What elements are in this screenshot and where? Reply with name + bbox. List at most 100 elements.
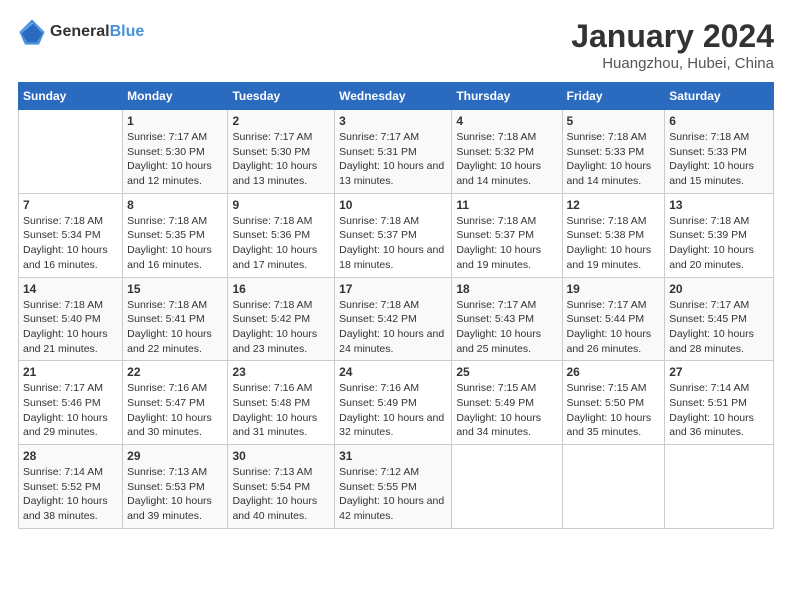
day-number: 7 bbox=[23, 198, 118, 212]
calendar-week-row: 1 Sunrise: 7:17 AM Sunset: 5:30 PM Dayli… bbox=[19, 110, 774, 194]
sunrise-text: Sunrise: 7:17 AM bbox=[339, 131, 419, 143]
table-row: 25 Sunrise: 7:15 AM Sunset: 5:49 PM Dayl… bbox=[452, 361, 562, 445]
cell-info: Sunrise: 7:16 AM Sunset: 5:49 PM Dayligh… bbox=[339, 381, 447, 440]
cell-info: Sunrise: 7:18 AM Sunset: 5:40 PM Dayligh… bbox=[23, 298, 118, 357]
day-number: 15 bbox=[127, 282, 223, 296]
day-number: 19 bbox=[567, 282, 661, 296]
cell-info: Sunrise: 7:16 AM Sunset: 5:47 PM Dayligh… bbox=[127, 381, 223, 440]
daylight-text: Daylight: 10 hours and 40 minutes. bbox=[232, 495, 317, 522]
table-row: 12 Sunrise: 7:18 AM Sunset: 5:38 PM Dayl… bbox=[562, 193, 665, 277]
daylight-text: Daylight: 10 hours and 15 minutes. bbox=[669, 160, 754, 187]
cell-info: Sunrise: 7:18 AM Sunset: 5:39 PM Dayligh… bbox=[669, 214, 769, 273]
day-number: 23 bbox=[232, 365, 330, 379]
day-number: 6 bbox=[669, 114, 769, 128]
sunset-text: Sunset: 5:30 PM bbox=[232, 146, 310, 158]
calendar-table: Sunday Monday Tuesday Wednesday Thursday… bbox=[18, 82, 774, 529]
table-row: 1 Sunrise: 7:17 AM Sunset: 5:30 PM Dayli… bbox=[123, 110, 228, 194]
cell-info: Sunrise: 7:13 AM Sunset: 5:54 PM Dayligh… bbox=[232, 465, 330, 524]
sunset-text: Sunset: 5:37 PM bbox=[456, 229, 534, 241]
table-row: 9 Sunrise: 7:18 AM Sunset: 5:36 PM Dayli… bbox=[228, 193, 335, 277]
sunrise-text: Sunrise: 7:18 AM bbox=[23, 299, 103, 311]
calendar-week-row: 28 Sunrise: 7:14 AM Sunset: 5:52 PM Dayl… bbox=[19, 445, 774, 529]
col-sunday: Sunday bbox=[19, 83, 123, 110]
cell-info: Sunrise: 7:18 AM Sunset: 5:42 PM Dayligh… bbox=[232, 298, 330, 357]
sunset-text: Sunset: 5:55 PM bbox=[339, 481, 417, 493]
daylight-text: Daylight: 10 hours and 16 minutes. bbox=[127, 244, 212, 271]
day-number: 8 bbox=[127, 198, 223, 212]
col-tuesday: Tuesday bbox=[228, 83, 335, 110]
sunset-text: Sunset: 5:38 PM bbox=[567, 229, 645, 241]
sunset-text: Sunset: 5:35 PM bbox=[127, 229, 205, 241]
daylight-text: Daylight: 10 hours and 14 minutes. bbox=[567, 160, 652, 187]
sunrise-text: Sunrise: 7:18 AM bbox=[669, 215, 749, 227]
cell-info: Sunrise: 7:18 AM Sunset: 5:36 PM Dayligh… bbox=[232, 214, 330, 273]
daylight-text: Daylight: 10 hours and 31 minutes. bbox=[232, 412, 317, 439]
cell-info: Sunrise: 7:15 AM Sunset: 5:50 PM Dayligh… bbox=[567, 381, 661, 440]
sunrise-text: Sunrise: 7:18 AM bbox=[669, 131, 749, 143]
day-number: 24 bbox=[339, 365, 447, 379]
sunset-text: Sunset: 5:49 PM bbox=[339, 397, 417, 409]
calendar-week-row: 7 Sunrise: 7:18 AM Sunset: 5:34 PM Dayli… bbox=[19, 193, 774, 277]
table-row: 4 Sunrise: 7:18 AM Sunset: 5:32 PM Dayli… bbox=[452, 110, 562, 194]
cell-info: Sunrise: 7:17 AM Sunset: 5:30 PM Dayligh… bbox=[127, 130, 223, 189]
day-number: 28 bbox=[23, 449, 118, 463]
cell-info: Sunrise: 7:17 AM Sunset: 5:30 PM Dayligh… bbox=[232, 130, 330, 189]
table-row: 16 Sunrise: 7:18 AM Sunset: 5:42 PM Dayl… bbox=[228, 277, 335, 361]
table-row: 10 Sunrise: 7:18 AM Sunset: 5:37 PM Dayl… bbox=[335, 193, 452, 277]
daylight-text: Daylight: 10 hours and 38 minutes. bbox=[23, 495, 108, 522]
day-number: 14 bbox=[23, 282, 118, 296]
cell-info: Sunrise: 7:18 AM Sunset: 5:33 PM Dayligh… bbox=[669, 130, 769, 189]
day-number: 3 bbox=[339, 114, 447, 128]
table-row: 19 Sunrise: 7:17 AM Sunset: 5:44 PM Dayl… bbox=[562, 277, 665, 361]
sunrise-text: Sunrise: 7:18 AM bbox=[127, 299, 207, 311]
day-number: 2 bbox=[232, 114, 330, 128]
table-row bbox=[562, 445, 665, 529]
cell-info: Sunrise: 7:14 AM Sunset: 5:51 PM Dayligh… bbox=[669, 381, 769, 440]
day-number: 18 bbox=[456, 282, 557, 296]
cell-info: Sunrise: 7:17 AM Sunset: 5:46 PM Dayligh… bbox=[23, 381, 118, 440]
sunrise-text: Sunrise: 7:12 AM bbox=[339, 466, 419, 478]
cell-info: Sunrise: 7:17 AM Sunset: 5:45 PM Dayligh… bbox=[669, 298, 769, 357]
table-row: 2 Sunrise: 7:17 AM Sunset: 5:30 PM Dayli… bbox=[228, 110, 335, 194]
day-number: 17 bbox=[339, 282, 447, 296]
day-number: 31 bbox=[339, 449, 447, 463]
sunrise-text: Sunrise: 7:16 AM bbox=[339, 382, 419, 394]
table-row: 13 Sunrise: 7:18 AM Sunset: 5:39 PM Dayl… bbox=[665, 193, 774, 277]
day-number: 11 bbox=[456, 198, 557, 212]
day-number: 1 bbox=[127, 114, 223, 128]
daylight-text: Daylight: 10 hours and 13 minutes. bbox=[339, 160, 444, 187]
table-row bbox=[452, 445, 562, 529]
table-row: 21 Sunrise: 7:17 AM Sunset: 5:46 PM Dayl… bbox=[19, 361, 123, 445]
page-title: January 2024 bbox=[571, 18, 774, 55]
sunset-text: Sunset: 5:41 PM bbox=[127, 313, 205, 325]
cell-info: Sunrise: 7:15 AM Sunset: 5:49 PM Dayligh… bbox=[456, 381, 557, 440]
sunrise-text: Sunrise: 7:18 AM bbox=[232, 299, 312, 311]
day-number: 10 bbox=[339, 198, 447, 212]
sunrise-text: Sunrise: 7:16 AM bbox=[232, 382, 312, 394]
title-block: January 2024 Huangzhou, Hubei, China bbox=[571, 18, 774, 72]
sunset-text: Sunset: 5:32 PM bbox=[456, 146, 534, 158]
sunset-text: Sunset: 5:53 PM bbox=[127, 481, 205, 493]
sunset-text: Sunset: 5:34 PM bbox=[23, 229, 101, 241]
table-row: 30 Sunrise: 7:13 AM Sunset: 5:54 PM Dayl… bbox=[228, 445, 335, 529]
sunrise-text: Sunrise: 7:18 AM bbox=[127, 215, 207, 227]
daylight-text: Daylight: 10 hours and 20 minutes. bbox=[669, 244, 754, 271]
table-row: 11 Sunrise: 7:18 AM Sunset: 5:37 PM Dayl… bbox=[452, 193, 562, 277]
cell-info: Sunrise: 7:14 AM Sunset: 5:52 PM Dayligh… bbox=[23, 465, 118, 524]
table-row: 3 Sunrise: 7:17 AM Sunset: 5:31 PM Dayli… bbox=[335, 110, 452, 194]
sunset-text: Sunset: 5:43 PM bbox=[456, 313, 534, 325]
daylight-text: Daylight: 10 hours and 30 minutes. bbox=[127, 412, 212, 439]
logo-icon bbox=[18, 18, 46, 46]
day-number: 29 bbox=[127, 449, 223, 463]
daylight-text: Daylight: 10 hours and 29 minutes. bbox=[23, 412, 108, 439]
sunset-text: Sunset: 5:48 PM bbox=[232, 397, 310, 409]
sunrise-text: Sunrise: 7:13 AM bbox=[127, 466, 207, 478]
sunrise-text: Sunrise: 7:17 AM bbox=[127, 131, 207, 143]
daylight-text: Daylight: 10 hours and 12 minutes. bbox=[127, 160, 212, 187]
table-row: 29 Sunrise: 7:13 AM Sunset: 5:53 PM Dayl… bbox=[123, 445, 228, 529]
sunrise-text: Sunrise: 7:18 AM bbox=[456, 215, 536, 227]
table-row: 14 Sunrise: 7:18 AM Sunset: 5:40 PM Dayl… bbox=[19, 277, 123, 361]
table-row: 6 Sunrise: 7:18 AM Sunset: 5:33 PM Dayli… bbox=[665, 110, 774, 194]
daylight-text: Daylight: 10 hours and 24 minutes. bbox=[339, 328, 444, 355]
day-number: 12 bbox=[567, 198, 661, 212]
